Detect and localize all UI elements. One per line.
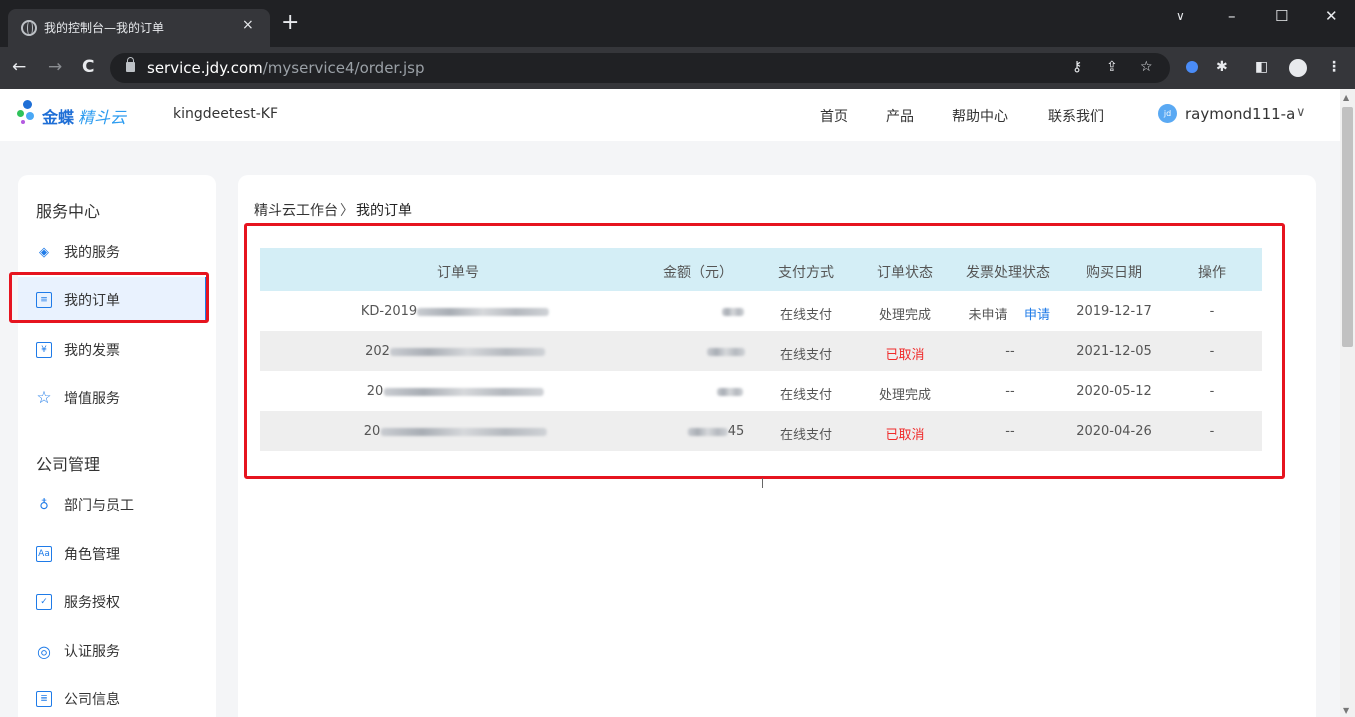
url-text: service.jdy.com/myservice4/order.jsp (147, 59, 425, 77)
chevron-down-icon[interactable]: ∨ (1296, 105, 1306, 120)
tab-title: 我的控制台—我的订单 (44, 21, 165, 35)
highlight-box-sidebar (9, 272, 209, 323)
breadcrumb-separator: 〉 (340, 203, 354, 219)
scroll-down-icon[interactable]: ▼ (1343, 706, 1349, 715)
url-path: /myservice4/order.jsp (262, 59, 425, 77)
company-icon: ≣ (36, 691, 52, 707)
lock-icon[interactable] (126, 57, 135, 72)
sidepanel-icon[interactable]: ◧ (1255, 59, 1268, 75)
brand-name[interactable]: 金蝶 精斗云 (42, 104, 126, 128)
puzzle-icon[interactable]: ✱ (1216, 59, 1228, 75)
sidebar-item-label: 部门与员工 (64, 498, 134, 514)
people-icon: ♁ (39, 497, 49, 513)
sidebar-item-my-services[interactable]: ◈ 我的服务 (36, 240, 120, 264)
tab-search-icon[interactable]: ∨ (1176, 9, 1185, 23)
new-tab-button[interactable]: + (281, 12, 299, 34)
site-header: 金蝶 精斗云 kingdeetest-KF 首页 产品 帮助中心 联系我们 jd … (0, 89, 1340, 141)
browser-tab-strip: 我的控制台—我的订单 × + ∨ – ☐ ✕ (0, 0, 1355, 47)
url-host: service.jdy.com (147, 59, 263, 77)
nav-home[interactable]: 首页 (820, 106, 848, 126)
avatar[interactable]: jd (1158, 104, 1177, 123)
sidebar-item-label: 认证服务 (64, 644, 120, 660)
key-icon[interactable]: ⚷ (1072, 59, 1082, 75)
breadcrumb-root[interactable]: 精斗云工作台 (254, 203, 338, 219)
authorize-icon: ✓ (36, 594, 52, 610)
breadcrumb-current: 我的订单 (356, 203, 412, 219)
brand-logo-icon (17, 99, 37, 127)
reload-button[interactable]: C (82, 57, 94, 77)
sidebar-item-roles[interactable]: Aa 角色管理 (36, 542, 120, 566)
tab-close-icon[interactable]: × (242, 17, 254, 33)
text-cursor (762, 478, 763, 488)
highlight-box-table (244, 223, 1285, 479)
sidebar-item-certification[interactable]: ◎ 认证服务 (36, 639, 120, 663)
sidebar-item-my-invoices[interactable]: ¥ 我的发票 (36, 338, 120, 362)
minimize-button[interactable]: – (1228, 7, 1236, 25)
profile-icon[interactable] (1289, 59, 1307, 77)
globe-icon (21, 20, 37, 36)
share-icon[interactable]: ⇪ (1106, 59, 1118, 75)
nav-contact-us[interactable]: 联系我们 (1048, 106, 1104, 126)
brand-sub: 精斗云 (78, 108, 127, 127)
browser-toolbar: ← → C service.jdy.com/myservice4/order.j… (0, 47, 1355, 89)
sidebar-item-value-added[interactable]: ☆ 增值服务 (36, 386, 120, 410)
sidebar-item-company-info[interactable]: ≣ 公司信息 (36, 687, 120, 711)
sidebar-section-company: 公司管理 (36, 455, 101, 474)
extension-icon[interactable] (1186, 61, 1198, 73)
nav-products[interactable]: 产品 (886, 106, 914, 126)
maximize-button[interactable]: ☐ (1275, 7, 1288, 25)
back-button[interactable]: ← (12, 57, 26, 77)
star-icon[interactable]: ☆ (1140, 59, 1153, 75)
sidebar-item-label: 我的服务 (64, 245, 120, 261)
layers-icon: ◈ (39, 244, 49, 260)
sidebar-item-label: 增值服务 (64, 391, 120, 407)
browser-tab[interactable]: 我的控制台—我的订单 × (8, 9, 270, 47)
sidebar-item-label: 公司信息 (64, 692, 120, 708)
tenant-name: kingdeetest-KF (173, 106, 279, 122)
sidebar-item-departments[interactable]: ♁ 部门与员工 (36, 493, 134, 517)
certify-icon: ◎ (37, 641, 51, 661)
scrollbar-thumb[interactable] (1342, 107, 1353, 347)
menu-icon[interactable]: ⋮ (1327, 59, 1341, 75)
role-icon: Aa (36, 546, 52, 562)
sidebar-item-label: 角色管理 (64, 547, 120, 563)
address-bar[interactable]: service.jdy.com/myservice4/order.jsp ⚷ ⇪… (110, 53, 1170, 83)
sidebar-item-label: 服务授权 (64, 595, 120, 611)
forward-button[interactable]: → (48, 57, 62, 77)
sidebar-item-authorization[interactable]: ✓ 服务授权 (36, 590, 120, 614)
breadcrumb: 精斗云工作台〉我的订单 (254, 200, 412, 220)
close-window-button[interactable]: ✕ (1325, 7, 1338, 25)
sidebar-section-service: 服务中心 (36, 202, 101, 221)
scroll-up-icon[interactable]: ▲ (1343, 93, 1349, 102)
invoice-icon: ¥ (36, 342, 52, 358)
star-icon: ☆ (36, 388, 52, 408)
user-name[interactable]: raymond111-a (1185, 105, 1295, 123)
sidebar-item-label: 我的发票 (64, 343, 120, 359)
nav-help-center[interactable]: 帮助中心 (952, 106, 1008, 126)
brand-main: 金蝶 (42, 108, 75, 127)
